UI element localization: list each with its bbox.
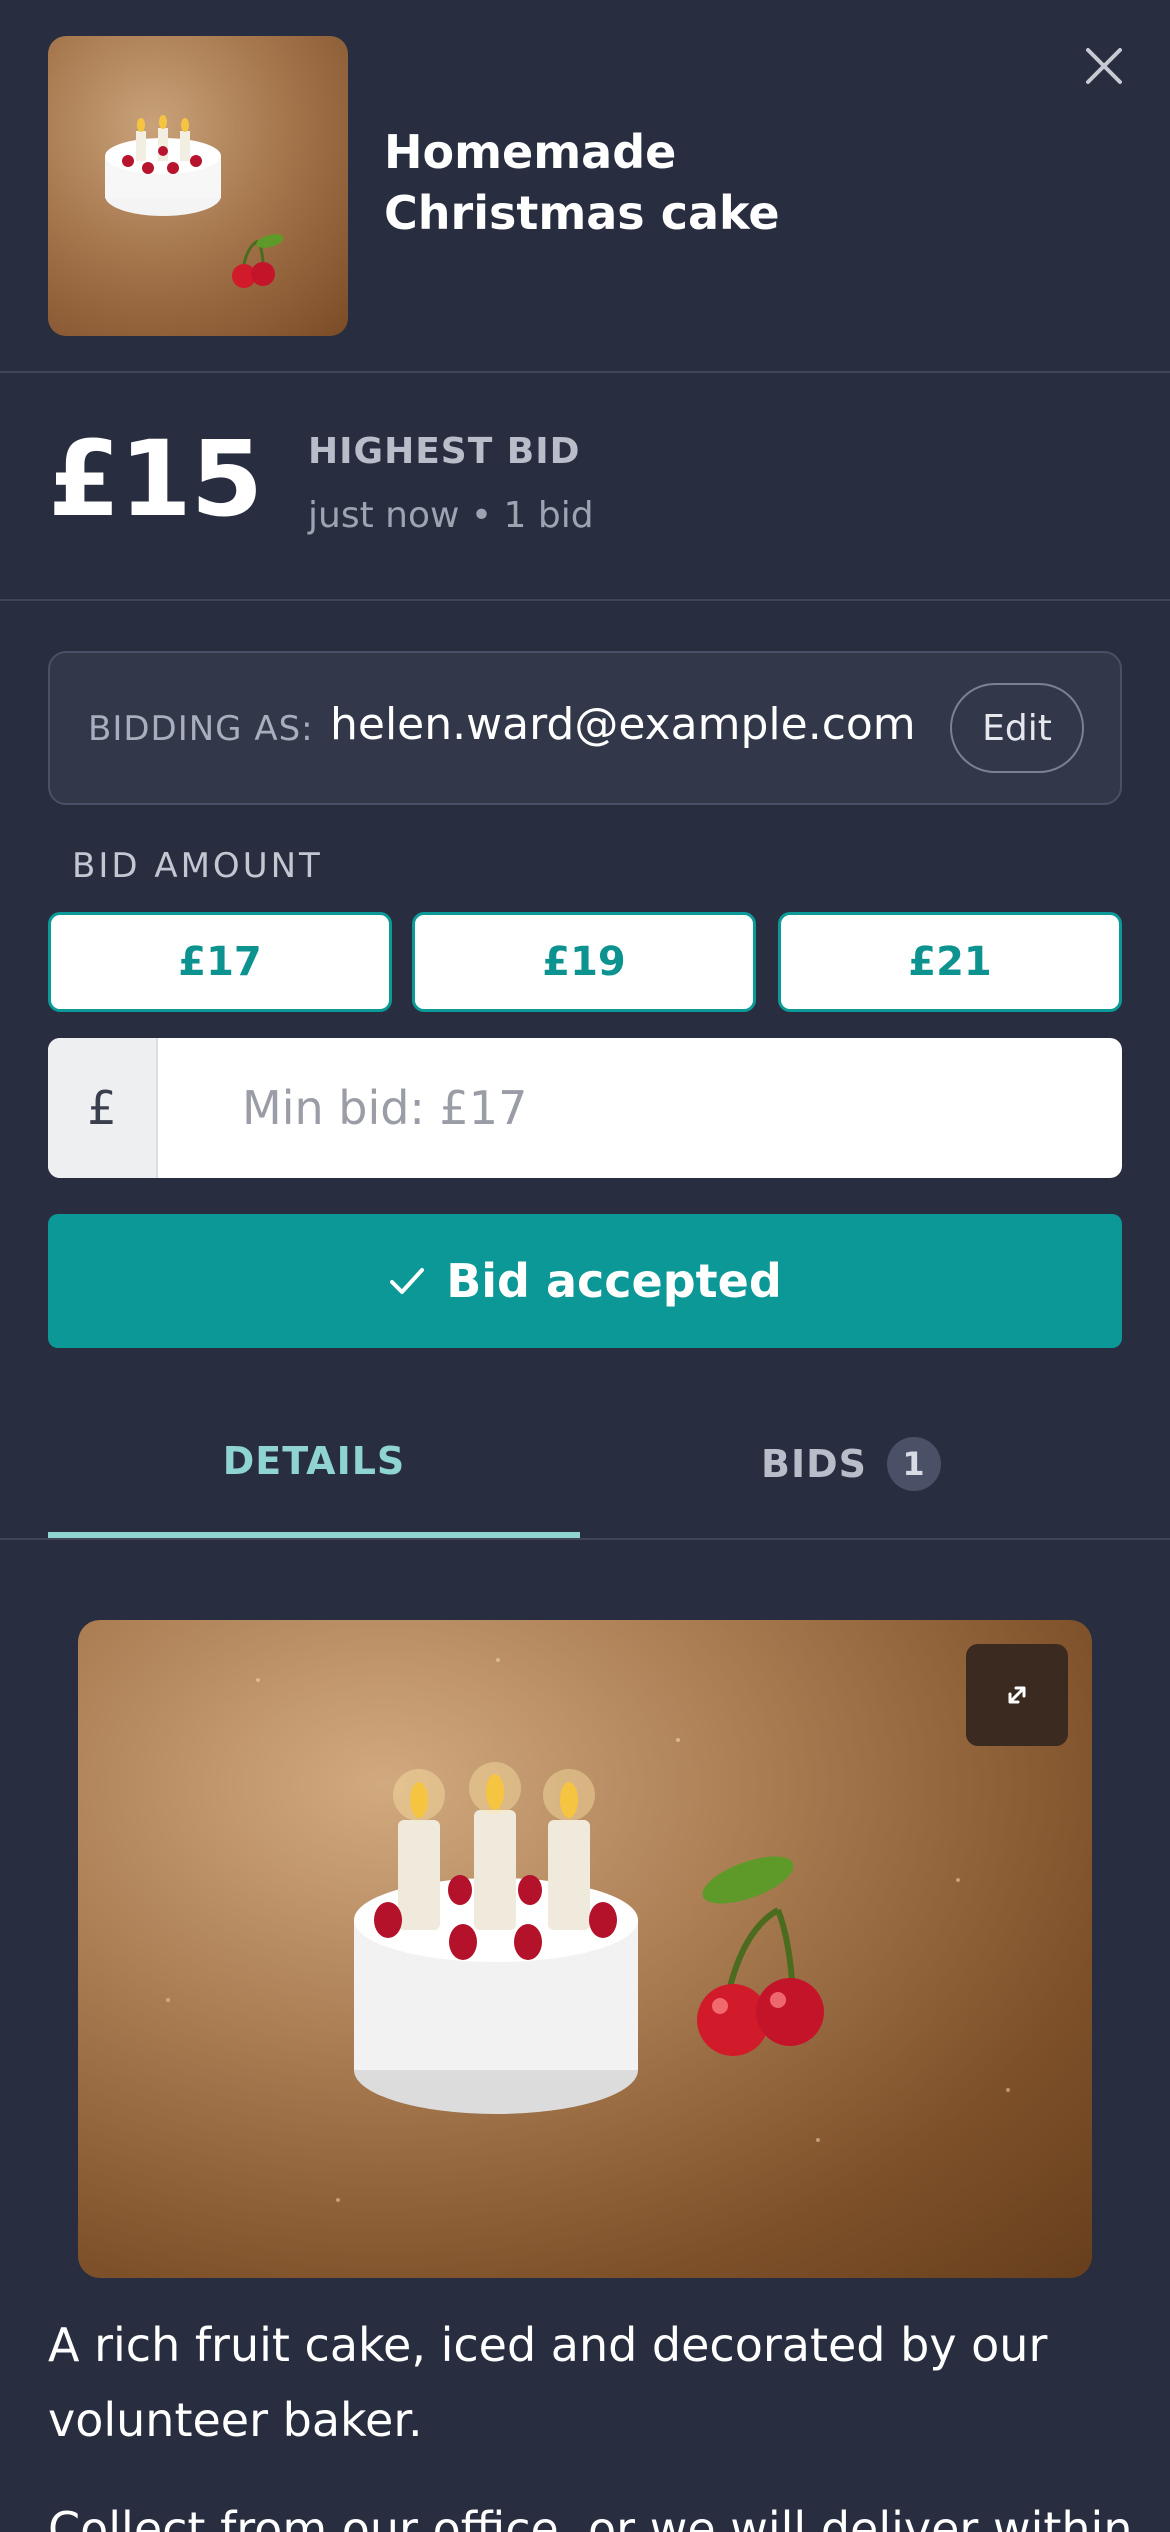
quick-bid-button-1[interactable]: £17 [48, 912, 392, 1012]
bid-meta: just now • 1 bid [308, 495, 594, 536]
expand-icon [1008, 1686, 1026, 1704]
tab-bids[interactable]: BIDS 1 [580, 1390, 1122, 1538]
bid-summary: £15 HIGHEST BID just now • 1 bid [0, 375, 1170, 601]
cake-image [166, 1658, 1010, 2202]
quick-bid-button-2[interactable]: £19 [412, 912, 756, 1012]
description-paragraph-2: Collect from our office, or we will deli… [48, 2502, 1133, 2532]
bid-amount-field: £ [48, 1038, 1122, 1178]
check-icon [390, 1268, 425, 1294]
bidder-email: helen.ward@example.com [330, 699, 916, 750]
item-title: Homemade Christmas cake [384, 125, 780, 240]
bids-count-badge: 1 [887, 1437, 941, 1491]
tab-details[interactable]: DETAILS [48, 1390, 580, 1538]
place-bid-label: Bid accepted [446, 1254, 782, 1308]
close-button[interactable] [1074, 36, 1134, 96]
highest-bid-label: HIGHEST BID [308, 431, 581, 472]
item-thumbnail [48, 36, 348, 336]
tab-details-label: DETAILS [222, 1439, 406, 1483]
bid-amount-label: BID AMOUNT [72, 846, 323, 886]
item-header: Homemade Christmas cake [0, 0, 1170, 373]
bid-amount-input[interactable] [158, 1038, 1122, 1178]
bidding-as-panel: BIDDING AS: helen.ward@example.com Edit [48, 651, 1122, 805]
item-image[interactable] [78, 1620, 1092, 2278]
close-icon [1086, 48, 1122, 84]
tab-bar: DETAILS BIDS 1 [0, 1390, 1170, 1540]
place-bid-button[interactable]: Bid accepted [48, 1214, 1122, 1348]
tab-bids-label: BIDS [760, 1442, 867, 1486]
edit-bidder-button[interactable]: Edit [950, 683, 1084, 773]
cake-thumbnail-image [105, 115, 284, 288]
currency-prefix: £ [48, 1038, 158, 1178]
bidding-as-label: BIDDING AS: [88, 709, 314, 749]
highest-bid-price: £15 [48, 418, 263, 540]
expand-image-button[interactable] [966, 1644, 1068, 1746]
description-paragraph-1: A rich fruit cake, iced and decorated by… [48, 2318, 1048, 2447]
quick-bid-button-3[interactable]: £21 [778, 912, 1122, 1012]
